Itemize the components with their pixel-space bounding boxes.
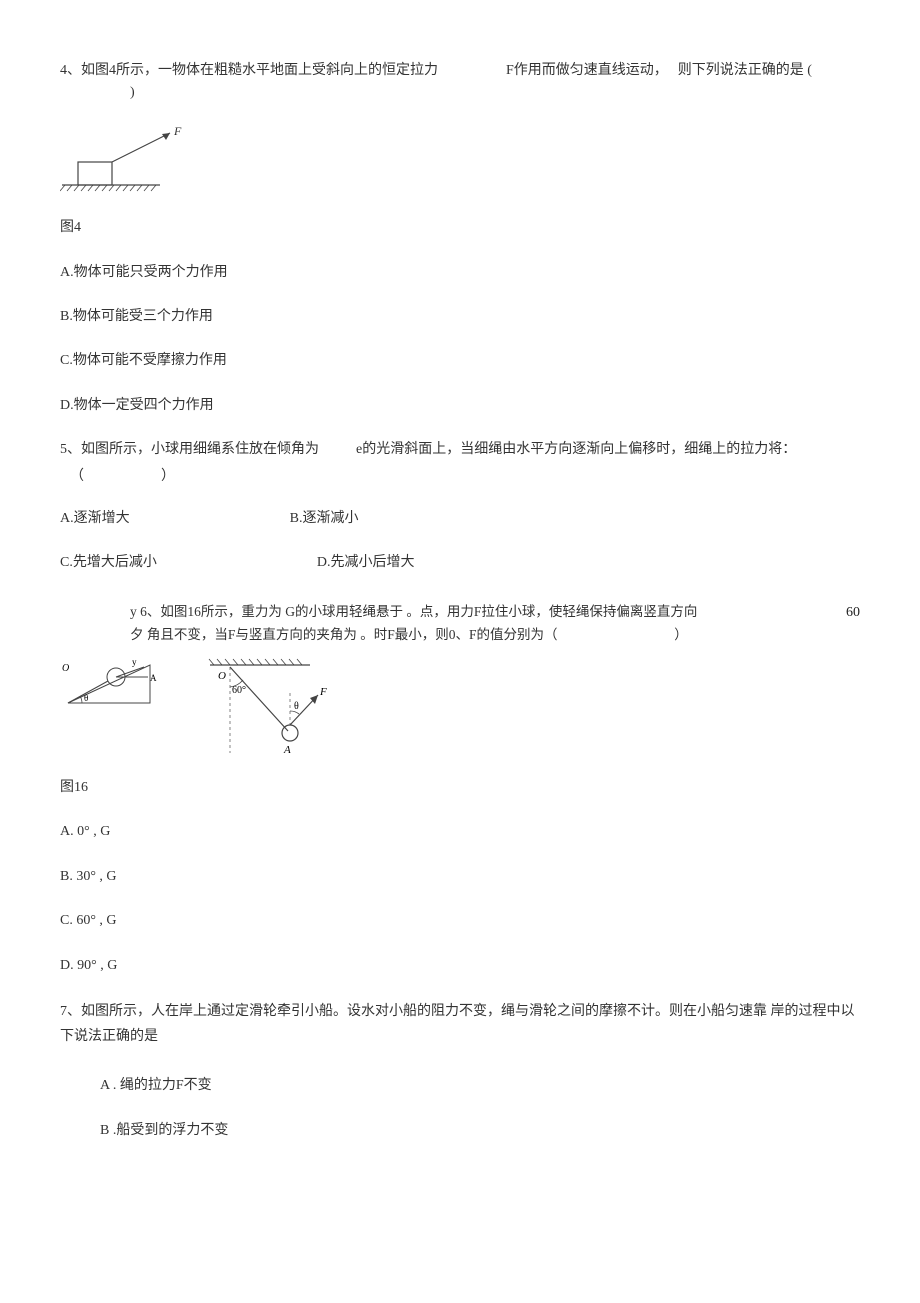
q4-option-b: B.物体可能受三个力作用 xyxy=(60,306,860,328)
q4-stem: 4、如图4所示，一物体在粗糙水平地面上受斜向上的恒定拉力 F作用而做匀速直线运动… xyxy=(60,60,860,105)
q5-row1: A.逐渐增大 B.逐渐减小 xyxy=(60,508,860,530)
q4-figure-label: 图4 xyxy=(60,217,860,239)
q6-figures: O θ y A O 60° A F θ xyxy=(60,653,860,763)
q5-paren-r: ） xyxy=(161,469,175,484)
svg-text:A: A xyxy=(283,744,291,756)
q5-stem-part1: 5、如图所示，小球用细绳系住放在倾角为 xyxy=(60,442,319,457)
q4-stem-part2: F作用而做匀速直线运动， xyxy=(506,60,668,82)
q7-option-a: A . 绳的拉力F不变 xyxy=(100,1075,860,1097)
svg-text:θ: θ xyxy=(84,693,88,703)
q4-option-d: D.物体一定受四个力作用 xyxy=(60,395,860,417)
q5-option-b: B.逐渐减小 xyxy=(290,508,359,530)
svg-text:θ: θ xyxy=(294,701,299,712)
q7-stem: 7、如图所示，人在岸上通过定滑轮牵引小船。设水对小船的阻力不变，绳与滑轮之间的摩… xyxy=(60,999,860,1049)
svg-text:60°: 60° xyxy=(232,685,246,696)
q5-option-a: A.逐渐增大 xyxy=(60,508,130,530)
svg-text:O: O xyxy=(62,663,69,674)
q5-incline-figure: O θ y A xyxy=(60,653,160,713)
svg-text:O: O xyxy=(218,670,226,682)
q5-option-d: D.先减小后增大 xyxy=(317,552,415,574)
q6-stem-line2: 夕 角且不变，当F与竖直方向的夹角为 。时F最小，则0、F的值分别为（ xyxy=(130,627,558,642)
q6-paren-r: ） xyxy=(674,627,688,642)
q4-figure: F xyxy=(60,125,860,203)
q7-option-b: B .船受到的浮力不变 xyxy=(100,1120,860,1142)
q4-stem-part4: ) xyxy=(130,82,135,104)
svg-text:A: A xyxy=(150,673,157,683)
q5-paren-l: （ xyxy=(70,469,84,484)
q6-right-num: 60 xyxy=(846,602,860,624)
q6-figure: O 60° A F θ xyxy=(190,653,350,763)
q6-option-a: A. 0° , G xyxy=(60,821,860,843)
svg-text:F: F xyxy=(319,686,327,698)
q6-option-b: B. 30° , G xyxy=(60,866,860,888)
q4-stem-part1: 4、如图4所示，一物体在粗糙水平地面上受斜向上的恒定拉力 xyxy=(60,60,438,82)
q6-figure-label: 图16 xyxy=(60,777,860,799)
q6-option-c: C. 60° , G xyxy=(60,910,860,932)
q5-stem-part2: e的光滑斜面上，当细绳由水平方向逐渐向上偏移时，细绳上的拉力将： xyxy=(356,442,796,457)
q5-stem: 5、如图所示，小球用细绳系住放在倾角为 e的光滑斜面上，当细绳由水平方向逐渐向上… xyxy=(60,439,860,488)
q4-stem-part3: 则下列说法正确的是 ( xyxy=(678,60,812,82)
q5-option-c: C.先增大后减小 xyxy=(60,552,157,574)
q6-stem: y 6、如图16所示，重力为 G的小球用轻绳悬于 。点，用力F拉住小球，使轻绳保… xyxy=(130,601,860,647)
q4-option-a: A.物体可能只受两个力作用 xyxy=(60,262,860,284)
q6-option-d: D. 90° , G xyxy=(60,955,860,977)
svg-text:F: F xyxy=(173,125,182,138)
q4-option-c: C.物体可能不受摩擦力作用 xyxy=(60,350,860,372)
q5-row2: C.先增大后减小 D.先减小后增大 xyxy=(60,552,860,574)
q6-options: A. 0° , G B. 30° , G C. 60° , G D. 90° ,… xyxy=(60,821,860,977)
svg-text:y: y xyxy=(132,657,137,667)
q6-stem-line1: y 6、如图16所示，重力为 G的小球用轻绳悬于 。点，用力F拉住小球，使轻绳保… xyxy=(130,601,806,624)
